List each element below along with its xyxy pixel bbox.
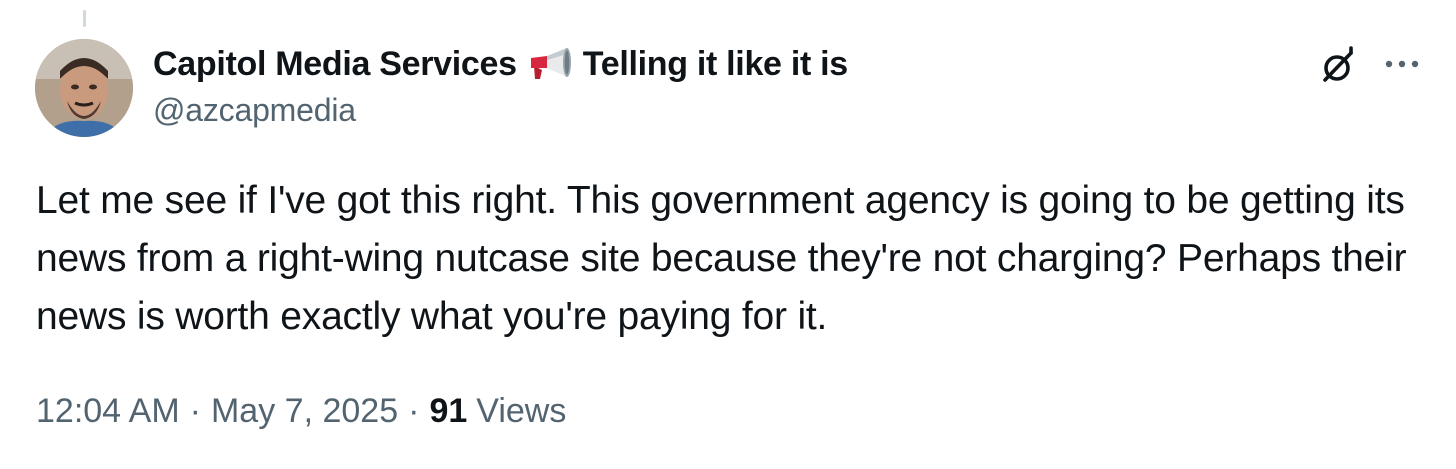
meta-separator: · xyxy=(408,392,420,430)
author-handle[interactable]: @azcapmedia xyxy=(153,92,1316,129)
thread-connector-line xyxy=(83,10,86,27)
tweet-metadata: 12:04 AM · May 7, 2025 · 91 Views xyxy=(36,392,566,431)
views-count[interactable]: 91 xyxy=(429,392,467,431)
avatar[interactable] xyxy=(35,39,133,137)
author-name-row[interactable]: Capitol Media Services Telling it like i… xyxy=(153,40,1316,88)
megaphone-icon xyxy=(529,46,575,82)
author-name-suffix[interactable]: Telling it like it is xyxy=(583,45,848,84)
tweet-date[interactable]: May 7, 2025 xyxy=(211,392,398,431)
tweet-time[interactable]: 12:04 AM xyxy=(36,392,180,431)
tweet-text: Let me see if I've got this right. This … xyxy=(36,179,1407,338)
meta-separator: · xyxy=(189,392,201,430)
more-options-icon[interactable] xyxy=(1382,54,1422,74)
tweet-header: Capitol Media Services Telling it like i… xyxy=(153,40,1316,129)
avatar-image xyxy=(35,39,133,137)
views-label[interactable]: Views xyxy=(476,392,566,431)
grok-icon[interactable] xyxy=(1316,44,1360,88)
author-display-name[interactable]: Capitol Media Services xyxy=(153,45,517,84)
